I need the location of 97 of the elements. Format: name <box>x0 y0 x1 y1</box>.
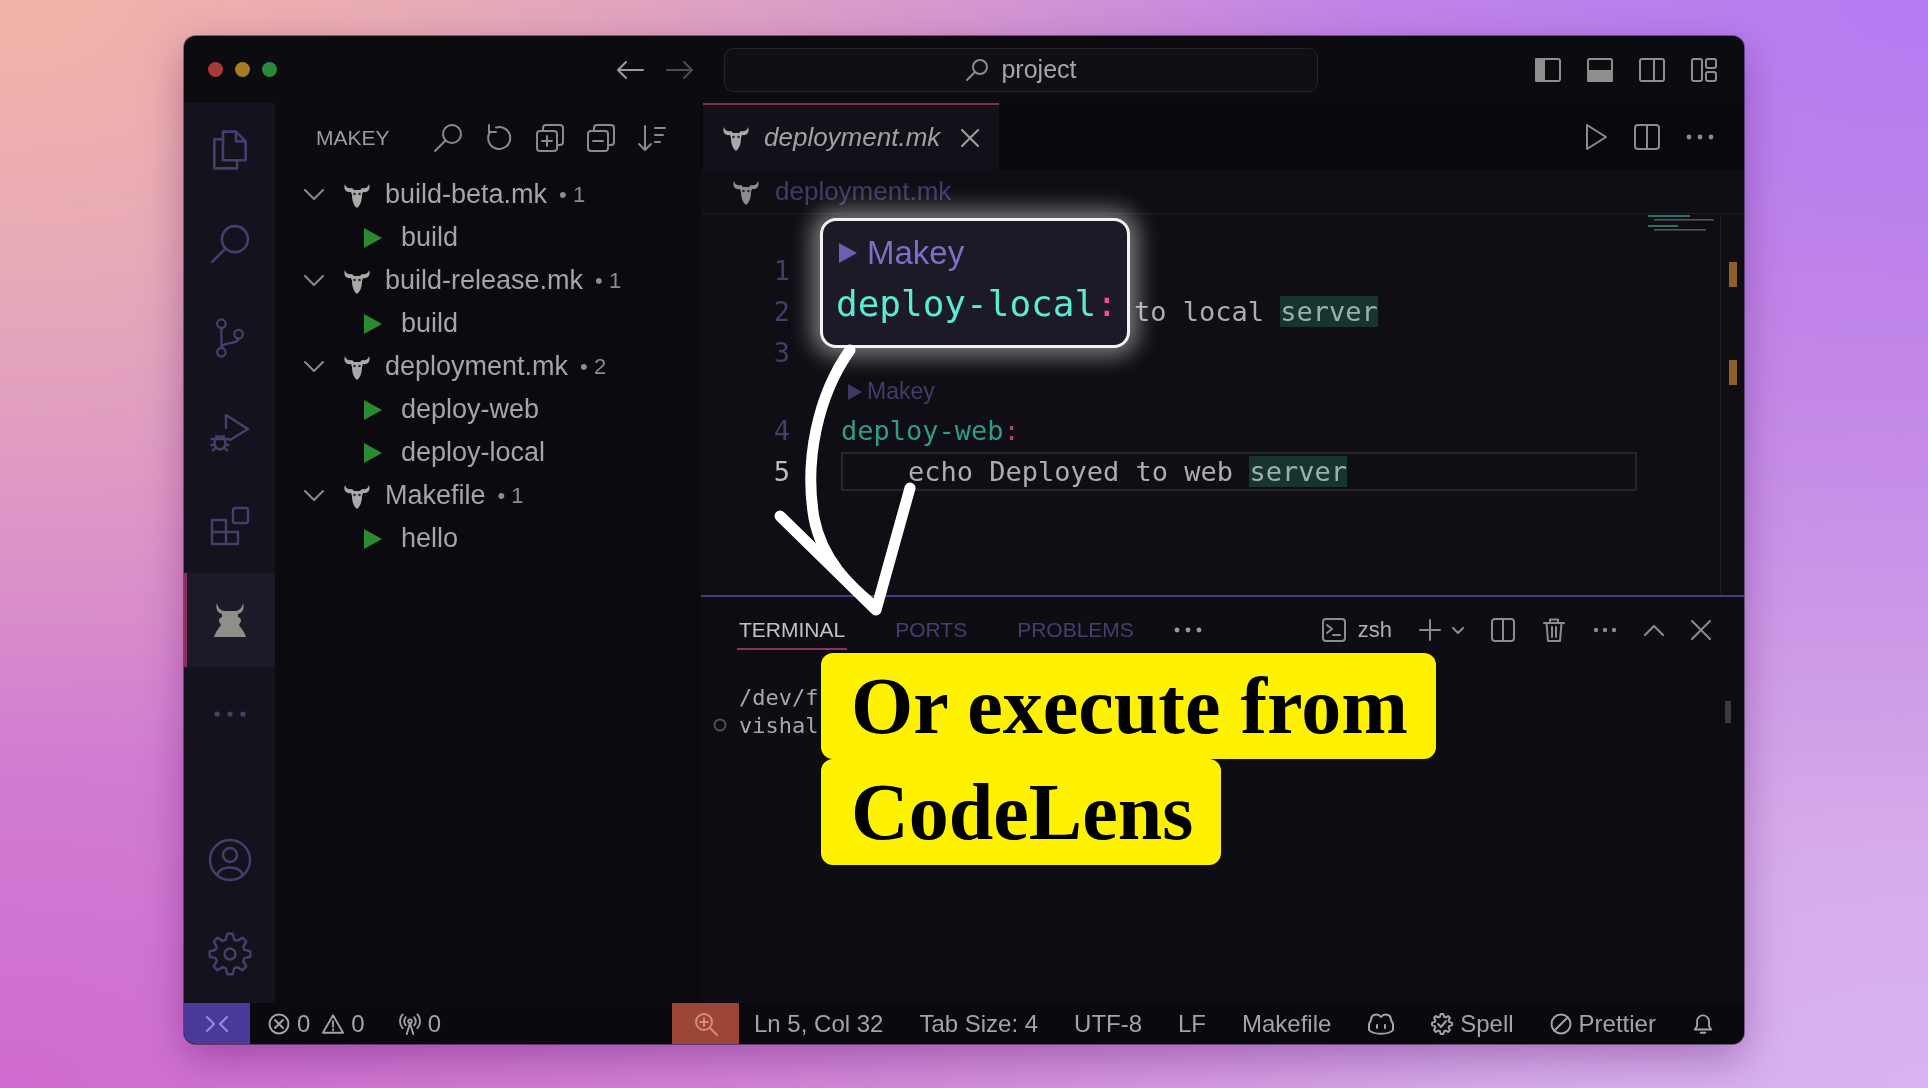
spell-check-button[interactable]: Spell <box>1431 1009 1514 1038</box>
file-name[interactable]: deployment.mk <box>385 351 569 382</box>
file-name[interactable]: Makefile <box>385 480 486 511</box>
activity-bar-tab[interactable] <box>184 573 275 667</box>
play-icon[interactable] <box>364 227 382 248</box>
settings-icon <box>207 932 252 976</box>
code-line: to local server <box>1134 295 1378 329</box>
split-layout-icon[interactable] <box>1639 57 1665 82</box>
plus-icon[interactable] <box>1419 619 1441 641</box>
problem-count: • 1 <box>595 267 622 294</box>
window-minimize-button[interactable] <box>235 62 250 77</box>
problem-count: • 2 <box>580 353 607 380</box>
more-icon[interactable] <box>1173 627 1202 633</box>
status-item[interactable]: LF <box>1178 1009 1207 1038</box>
window-close-button[interactable] <box>208 62 223 77</box>
sidebar-title: MAKEY <box>316 126 390 150</box>
status-item[interactable]: Tab Size: 4 <box>919 1009 1039 1038</box>
play-icon[interactable] <box>364 399 382 420</box>
chevron-down-icon[interactable] <box>304 360 324 373</box>
editor-tab[interactable]: deployment.mk <box>703 103 999 170</box>
refresh-icon[interactable] <box>484 123 514 153</box>
run-debug-icon <box>209 412 250 452</box>
expand-all-icon[interactable] <box>535 123 565 153</box>
remote-icon <box>205 1013 229 1034</box>
warning-icon <box>322 1012 345 1035</box>
chevron-down-icon[interactable] <box>304 489 324 502</box>
collapse-all-icon[interactable] <box>586 123 616 153</box>
account-icon <box>207 838 252 882</box>
line-number: 3 <box>772 337 790 368</box>
scrollbar-thumb[interactable] <box>1725 701 1731 723</box>
chevron-down-icon[interactable] <box>1452 626 1464 634</box>
chevron-up-icon[interactable] <box>1644 624 1664 636</box>
toggle-sidebar-icon[interactable] <box>1535 57 1561 82</box>
terminal-line: vishal <box>739 712 819 738</box>
gear-check-icon <box>1431 1012 1454 1035</box>
codelens-link[interactable]: Makey <box>867 234 965 272</box>
more-icon <box>213 711 246 717</box>
play-icon[interactable] <box>839 243 857 263</box>
trash-icon[interactable] <box>1542 618 1566 642</box>
line-number: 2 <box>772 296 790 327</box>
status-item[interactable]: Ln 5, Col 32 <box>754 1009 884 1038</box>
target-name[interactable]: build <box>401 308 459 339</box>
bell-icon[interactable] <box>1691 1012 1714 1035</box>
chevron-down-icon[interactable] <box>304 188 324 201</box>
chevron-down-icon[interactable] <box>304 274 324 287</box>
back-arrow-icon[interactable] <box>616 59 644 80</box>
status-item[interactable]: Makefile <box>1242 1009 1332 1038</box>
robot-face-icon[interactable] <box>1367 1011 1396 1036</box>
formatter-button[interactable]: Prettier <box>1549 1009 1656 1038</box>
more-icon[interactable] <box>1593 627 1617 633</box>
play-icon[interactable] <box>364 313 382 334</box>
scroll-marker <box>1729 360 1737 385</box>
extensions-icon <box>209 506 250 546</box>
terminal-line: /dev/f <box>739 684 819 710</box>
zoom-in-icon <box>693 1011 718 1036</box>
line-number: 4 <box>772 415 790 446</box>
slash-circle-icon <box>1549 1012 1572 1035</box>
window-zoom-button[interactable] <box>262 62 277 77</box>
play-icon[interactable] <box>364 528 382 549</box>
search-icon[interactable] <box>433 123 463 153</box>
play-icon[interactable] <box>364 442 382 463</box>
close-icon[interactable] <box>1691 620 1711 640</box>
scroll-marker <box>1729 262 1737 287</box>
more-icon[interactable] <box>1686 133 1714 140</box>
command-search-field[interactable]: project <box>724 47 1318 92</box>
line-number: 5 <box>772 456 790 487</box>
close-icon[interactable] <box>961 128 980 147</box>
file-name[interactable]: build-beta.mk <box>385 179 548 210</box>
code-line: deploy-web: <box>841 414 1020 448</box>
status-item[interactable]: UTF-8 <box>1074 1009 1143 1038</box>
error-icon <box>268 1012 290 1035</box>
command-marker-icon[interactable] <box>713 718 727 732</box>
line-number: 1 <box>772 255 790 286</box>
problem-count: • 1 <box>559 181 586 208</box>
split-panel-icon[interactable] <box>1491 618 1515 642</box>
target-name[interactable]: build <box>401 222 459 253</box>
code-line: deploy-local: <box>836 282 1118 326</box>
target-name[interactable]: deploy-local <box>401 437 546 468</box>
toggle-panel-icon[interactable] <box>1587 57 1613 82</box>
split-editor-icon[interactable] <box>1633 122 1661 151</box>
warnings-button[interactable]: 0 <box>322 1009 365 1038</box>
run-icon[interactable] <box>1584 122 1608 151</box>
target-name[interactable]: deploy-web <box>401 394 540 425</box>
panel-tab[interactable]: TERMINAL <box>737 610 848 650</box>
customize-layout-icon[interactable] <box>1691 57 1717 82</box>
file-name[interactable]: build-release.mk <box>385 265 584 296</box>
broadcast-icon <box>398 1012 421 1035</box>
ports-button[interactable]: 0 <box>398 1009 442 1038</box>
errors-button[interactable]: 0 <box>268 1009 311 1038</box>
problem-count: • 1 <box>497 482 524 509</box>
remote-button[interactable] <box>184 1003 250 1044</box>
sort-icon[interactable] <box>637 123 667 153</box>
target-name[interactable]: hello <box>401 523 459 554</box>
terminal-icon <box>1321 618 1346 642</box>
terminal-selector[interactable]: zsh <box>1321 617 1392 643</box>
search-icon <box>209 224 250 264</box>
search-icon <box>965 57 990 82</box>
